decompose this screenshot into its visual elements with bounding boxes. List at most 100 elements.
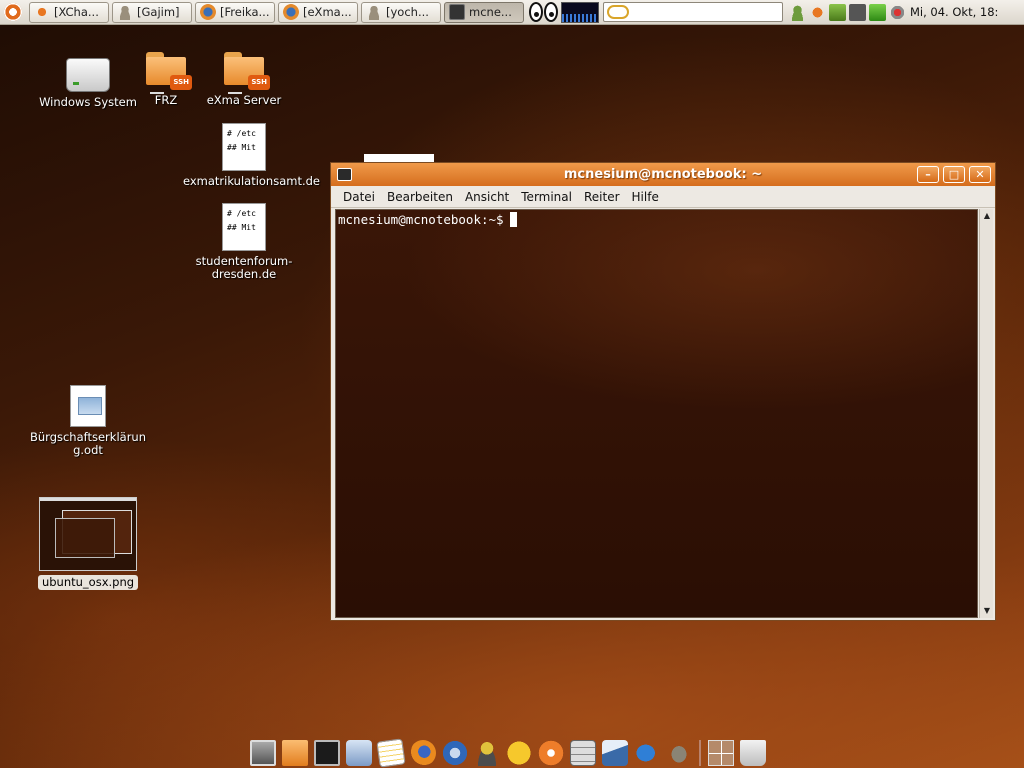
- system-monitor-applet[interactable]: [561, 1, 599, 23]
- menubar: Datei Bearbeiten Ansicht Terminal Reiter…: [331, 186, 995, 208]
- maximize-button[interactable]: □: [943, 166, 965, 183]
- dock-item-gajim[interactable]: [471, 736, 503, 768]
- dock: [247, 736, 781, 768]
- desktop-icon-label: studentenforum-dresden.de: [195, 254, 293, 281]
- xeyes-applet[interactable]: [529, 2, 558, 22]
- taskbar-item-freikarten[interactable]: [Freika...: [195, 1, 275, 23]
- terminal-icon: [314, 740, 340, 766]
- image-thumbnail-icon: [39, 497, 137, 571]
- terminal-window-icon[interactable]: [337, 168, 352, 181]
- ubuntu-menu-button[interactable]: [0, 0, 26, 25]
- dock-separator: [699, 740, 701, 766]
- terminal-window[interactable]: mcnesium@mcnotebook: ~ – □ ✕ Datei Bearb…: [330, 162, 996, 621]
- workspace-switcher-icon: [708, 740, 734, 766]
- home-folder-icon: [282, 740, 308, 766]
- terminal-output[interactable]: mcnesium@mcnotebook:~$: [335, 209, 978, 618]
- dock-item-server[interactable]: [567, 736, 599, 768]
- gimp-icon: [666, 740, 692, 766]
- menu-datei[interactable]: Datei: [337, 190, 381, 204]
- network-manager-icon: [346, 740, 372, 766]
- xchat-tray-icon[interactable]: [809, 3, 826, 21]
- taskbar-item-xchat[interactable]: [XCha...: [29, 1, 109, 23]
- search-input[interactable]: [603, 2, 783, 22]
- desktop-icon-buergschaftserklaerung[interactable]: Bürgschaftserklärung.odt: [28, 385, 148, 457]
- terminal-icon: [449, 4, 465, 20]
- taskbar-item-gajim[interactable]: [Gajim]: [112, 1, 192, 23]
- system-tray: [789, 3, 906, 21]
- window-titlebar[interactable]: mcnesium@mcnotebook: ~ – □ ✕: [331, 163, 995, 186]
- desktop-icon-label: eXma Server: [206, 93, 282, 107]
- dock-item-trash[interactable]: [737, 736, 769, 768]
- text-document-icon: # /etc ## Mit: [222, 203, 266, 251]
- taskbar-item-label: mcne...: [469, 5, 512, 19]
- dock-item-messenger[interactable]: [503, 736, 535, 768]
- desktop-icon-label: exmatrikulationsamt.de: [183, 174, 321, 188]
- taskbar-item-label: [yoch...: [386, 5, 429, 19]
- minimize-button[interactable]: –: [917, 166, 939, 183]
- text-cursor: [509, 212, 517, 227]
- cpu-frequency-icon[interactable]: [869, 3, 886, 21]
- desktop-icon-label: ubuntu_osx.png: [37, 575, 139, 590]
- office-icon: [602, 740, 628, 766]
- firefox-icon: [283, 4, 299, 20]
- taskbar-item-yoch[interactable]: [yoch...: [361, 1, 441, 23]
- text-document-icon: # /etc ## Mit: [222, 123, 266, 171]
- dock-item-firefox[interactable]: [407, 736, 439, 768]
- desktop-icon-exma-server[interactable]: SSH eXma Server: [184, 52, 304, 107]
- shell-prompt: mcnesium@mcnotebook:~$: [338, 212, 504, 227]
- desktop-icon-studentenforum[interactable]: # /etc ## Mit studentenforum-dresden.de: [184, 203, 304, 281]
- dock-item-skype[interactable]: [535, 736, 567, 768]
- ssh-folder-icon: SSH: [144, 52, 192, 94]
- dock-item-terminal[interactable]: [311, 736, 343, 768]
- taskbar-item-exma[interactable]: [eXma...: [278, 1, 358, 23]
- skype-icon: [538, 740, 564, 766]
- menu-ansicht[interactable]: Ansicht: [459, 190, 515, 204]
- dock-item-office[interactable]: [599, 736, 631, 768]
- dock-item-fish[interactable]: [631, 736, 663, 768]
- vertical-scrollbar[interactable]: ▲ ▼: [979, 209, 993, 618]
- eye-icon: [529, 2, 543, 22]
- gajim-icon: [474, 740, 500, 766]
- dock-item-workspace-switcher[interactable]: [705, 736, 737, 768]
- window-title: mcnesium@mcnotebook: ~: [563, 167, 763, 182]
- firefox-icon: [410, 740, 436, 766]
- taskbar-item-terminal[interactable]: mcne...: [444, 1, 524, 23]
- clock[interactable]: Mi, 04. Okt, 18:1: [910, 5, 999, 19]
- trash-icon: [740, 740, 766, 766]
- harddrive-icon: [66, 58, 110, 92]
- taskbar-item-label: [Freika...: [220, 5, 270, 19]
- smiley-messenger-icon: [506, 740, 532, 766]
- key-icon: [607, 5, 629, 19]
- scroll-up-button[interactable]: ▲: [980, 209, 994, 223]
- top-panel: [XCha... [Gajim] [Freika... [eXma... [yo…: [0, 0, 1024, 25]
- notes-icon: [376, 738, 406, 768]
- close-button[interactable]: ✕: [969, 166, 991, 183]
- dock-item-network[interactable]: [343, 736, 375, 768]
- gajim-tray-icon[interactable]: [789, 3, 806, 21]
- video-player-icon: [250, 740, 276, 766]
- dock-item-video[interactable]: [247, 736, 279, 768]
- menu-reiter[interactable]: Reiter: [578, 190, 626, 204]
- battery-icon[interactable]: [829, 3, 846, 21]
- taskbar-item-label: [eXma...: [303, 5, 352, 19]
- dock-item-home[interactable]: [279, 736, 311, 768]
- dock-item-notes[interactable]: [375, 736, 407, 768]
- scroll-down-button[interactable]: ▼: [980, 604, 994, 618]
- menu-hilfe[interactable]: Hilfe: [626, 190, 665, 204]
- firefox-icon: [200, 4, 216, 20]
- dock-item-thunderbird[interactable]: [439, 736, 471, 768]
- desktop-icon-label: Bürgschaftserklärung.odt: [29, 430, 146, 457]
- fish-icon: [634, 740, 660, 766]
- desktop-icon-exmatrikulationsamt[interactable]: # /etc ## Mit exmatrikulationsamt.de: [183, 123, 321, 188]
- dock-item-gimp[interactable]: [663, 736, 695, 768]
- menu-terminal[interactable]: Terminal: [515, 190, 578, 204]
- gajim-icon: [117, 4, 133, 20]
- ubuntu-logo-icon: [4, 3, 22, 21]
- volume-muted-icon[interactable]: [889, 3, 906, 21]
- server-icon: [570, 740, 596, 766]
- menu-bearbeiten[interactable]: Bearbeiten: [381, 190, 459, 204]
- desktop-icon-ubuntu-osx[interactable]: ubuntu_osx.png: [28, 497, 148, 590]
- network-icon[interactable]: [849, 3, 866, 21]
- xchat-icon: [34, 4, 50, 20]
- taskbar-item-label: [XCha...: [54, 5, 99, 19]
